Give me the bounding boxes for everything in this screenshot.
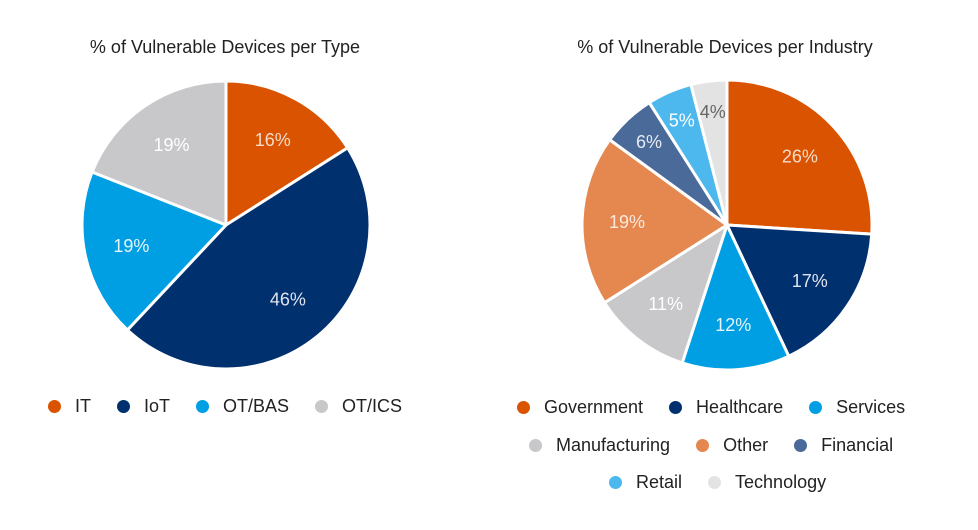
data-label-retail: 5%	[669, 110, 695, 130]
legend-label: Services	[836, 397, 906, 417]
legend-label: Government	[544, 397, 644, 417]
legend-item-government: Government	[517, 397, 643, 418]
legend-label: Other	[723, 435, 769, 455]
data-label-other: 19%	[609, 212, 645, 232]
data-label-financial: 6%	[636, 132, 662, 152]
data-label-services: 12%	[715, 315, 751, 335]
legend-label: Retail	[636, 472, 683, 492]
legend-item-services: Services	[809, 397, 905, 418]
legend-label: Healthcare	[696, 397, 784, 417]
legend-swatch-icon	[696, 439, 710, 452]
legend-label: Financial	[821, 435, 894, 455]
data-label-healthcare: 17%	[792, 271, 828, 291]
legend-row: Manufacturing Other Financial	[529, 435, 893, 456]
legend-item-retail: Retail	[609, 472, 682, 493]
legend-item-other: Other	[696, 435, 768, 456]
legend-row: Government Healthcare Services	[517, 397, 905, 418]
data-label-manufacturing: 11%	[648, 294, 683, 314]
legend-row: Retail Technology	[609, 472, 826, 493]
legend-swatch-icon	[809, 401, 823, 414]
legend-item-healthcare: Healthcare	[669, 397, 783, 418]
legend-item-technology: Technology	[708, 472, 826, 493]
legend-item-financial: Financial	[794, 435, 893, 456]
legend-swatch-icon	[529, 439, 542, 452]
legend-swatch-icon	[517, 401, 530, 414]
data-label-government: 26%	[782, 147, 818, 167]
legend-item-manufacturing: Manufacturing	[529, 435, 670, 456]
legend-swatch-icon	[708, 476, 722, 489]
legend-label: Manufacturing	[556, 435, 671, 455]
data-label-technology: 4%	[700, 102, 726, 122]
legend-swatch-icon	[669, 401, 683, 414]
legend-swatch-icon	[794, 439, 808, 452]
legend-swatch-icon	[609, 476, 622, 489]
legend-label: Technology	[735, 472, 827, 492]
